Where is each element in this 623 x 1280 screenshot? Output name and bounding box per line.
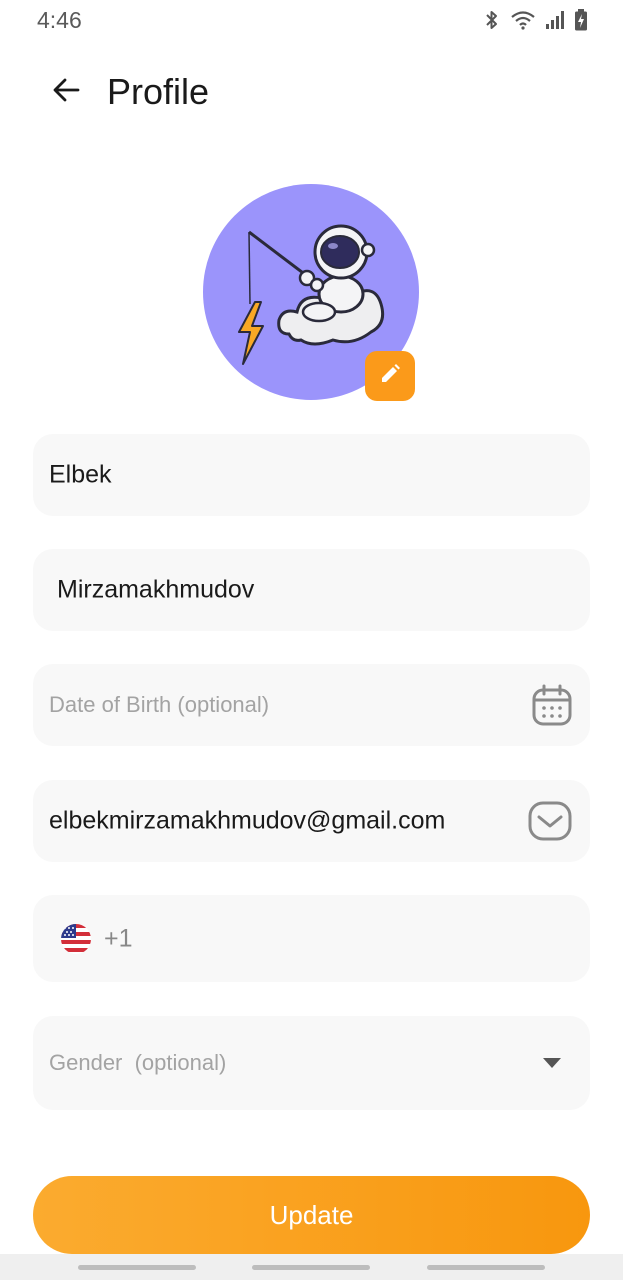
status-bar: 4:46 — [0, 0, 623, 42]
email-value: elbekmirzamakhmudov@gmail.com — [49, 806, 446, 835]
mail-icon — [528, 801, 572, 841]
wifi-icon — [510, 10, 536, 30]
date-of-birth-field[interactable]: Date of Birth (optional) — [33, 664, 590, 746]
status-icons — [483, 9, 588, 31]
first-name-field[interactable]: Elbek — [33, 434, 590, 516]
date-of-birth-placeholder: Date of Birth (optional) — [49, 692, 270, 717]
app-bar: Profile — [0, 60, 623, 124]
gender-select[interactable]: Gender (optional) — [33, 1016, 590, 1110]
phone-dial-code: +1 — [104, 924, 133, 952]
signal-icon — [545, 10, 565, 30]
dropdown-arrow-icon[interactable] — [542, 1057, 562, 1069]
back-arrow-icon — [52, 77, 80, 108]
nav-back-handle[interactable] — [427, 1265, 545, 1270]
status-time: 4:46 — [37, 7, 82, 33]
page-title: Profile — [107, 71, 210, 112]
gender-placeholder: Gender (optional) — [49, 1050, 227, 1075]
system-nav-bar — [0, 1254, 623, 1280]
avatar-section — [203, 184, 419, 401]
us-flag-icon[interactable] — [61, 923, 91, 954]
email-field[interactable]: elbekmirzamakhmudov@gmail.com — [33, 780, 590, 862]
last-name-value: Mirzamakhmudov — [57, 575, 255, 604]
update-button-label: Update — [269, 1199, 354, 1230]
nav-home-handle[interactable] — [252, 1265, 370, 1270]
calendar-icon[interactable] — [532, 684, 572, 726]
edit-avatar-button[interactable] — [365, 351, 415, 401]
first-name-value: Elbek — [49, 460, 112, 489]
back-button[interactable] — [44, 70, 88, 114]
battery-icon — [574, 9, 588, 31]
edit-pencil-icon — [378, 362, 402, 391]
bluetooth-icon — [483, 9, 501, 31]
phone-field[interactable]: +1 — [33, 895, 590, 982]
nav-recents-handle[interactable] — [78, 1265, 196, 1270]
last-name-field[interactable]: Mirzamakhmudov — [33, 549, 590, 631]
update-button[interactable]: Update — [33, 1176, 590, 1254]
